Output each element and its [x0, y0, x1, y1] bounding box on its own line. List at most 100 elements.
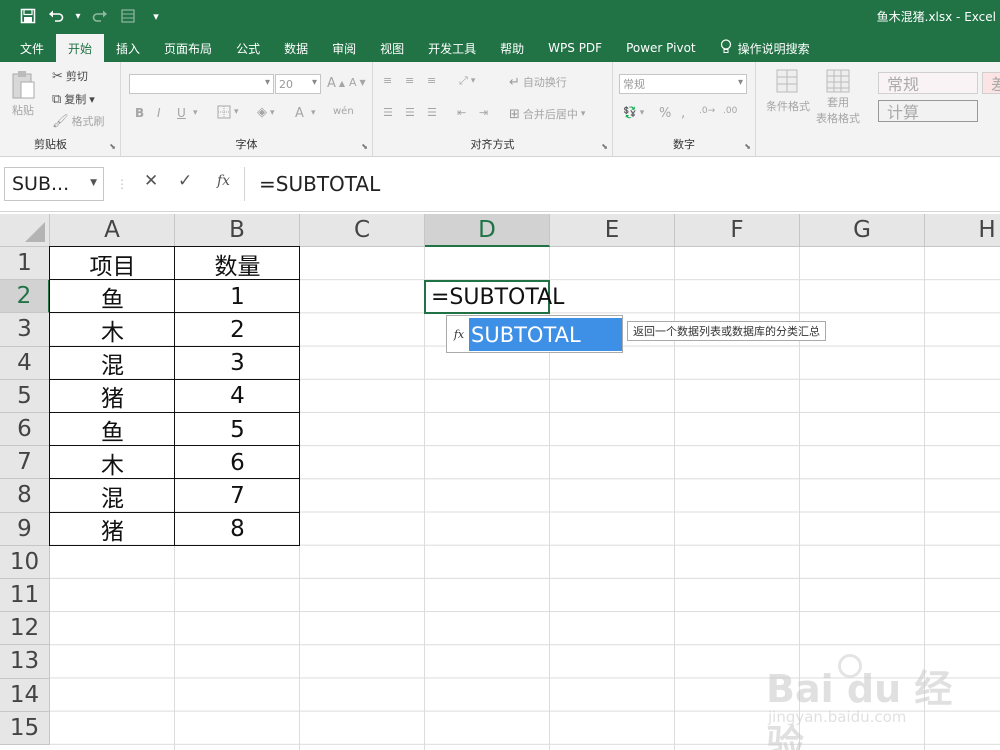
font-name-select[interactable]: ▾ [129, 74, 274, 94]
paste-button[interactable]: 粘贴 [10, 70, 36, 118]
cell-a2[interactable]: 鱼 [50, 280, 175, 313]
column-header-g[interactable]: G [800, 214, 925, 247]
clipboard-launcher-icon[interactable]: ⬊ [109, 142, 116, 151]
cell-a3[interactable]: 木 [50, 313, 175, 346]
row-header-15[interactable]: 15 [0, 711, 50, 745]
align-top-icon[interactable]: ≡ [383, 74, 392, 87]
customize-qat-icon[interactable]: ▾ [146, 6, 166, 26]
row-header-12[interactable]: 12 [0, 612, 50, 646]
decrease-indent-icon[interactable]: ⇤ [457, 106, 466, 119]
cell-a1[interactable]: 项目 [50, 247, 175, 280]
font-launcher-icon[interactable]: ⬊ [361, 142, 368, 151]
decrease-font-icon[interactable]: A ▼ [349, 76, 366, 89]
tab-help[interactable]: 帮助 [488, 34, 536, 62]
row-header-8[interactable]: 8 [0, 479, 50, 513]
enter-icon[interactable]: ✓ [178, 171, 192, 191]
cell-a8[interactable]: 混 [50, 479, 175, 512]
font-color-button[interactable]: A [295, 106, 304, 121]
row-header-6[interactable]: 6 [0, 413, 50, 447]
cell-b9[interactable]: 8 [175, 513, 300, 546]
orientation-icon[interactable]: ⤢ ▾ [459, 74, 475, 88]
cell-a4[interactable]: 混 [50, 347, 175, 380]
tab-formulas[interactable]: 公式 [224, 34, 272, 62]
format-as-table-button[interactable]: 套用 表格格式 [816, 68, 860, 126]
cell-a9[interactable]: 猪 [50, 513, 175, 546]
save-icon[interactable] [18, 6, 38, 26]
select-all-corner[interactable] [0, 214, 50, 247]
font-color-dropdown-icon[interactable]: ▾ [311, 108, 316, 118]
tab-file[interactable]: 文件 [8, 34, 56, 62]
row-header-4[interactable]: 4 [0, 346, 50, 380]
align-middle-icon[interactable]: ≡ [405, 74, 414, 87]
underline-dropdown-icon[interactable]: ▾ [193, 108, 198, 118]
row-header-7[interactable]: 7 [0, 446, 50, 480]
number-format-select[interactable]: 常规 ▾ [619, 74, 747, 94]
autocomplete-item-subtotal[interactable]: fx SUBTOTAL [449, 318, 622, 351]
copy-button[interactable]: ⧉ 复制 ▾ [52, 91, 95, 107]
number-launcher-icon[interactable]: ⬊ [744, 142, 751, 151]
cell-b8[interactable]: 7 [175, 479, 300, 512]
tab-insert[interactable]: 插入 [104, 34, 152, 62]
style-normal[interactable]: 常规 [878, 72, 978, 94]
align-center-icon[interactable]: ☰ [405, 106, 415, 119]
cell-b3[interactable]: 2 [175, 313, 300, 346]
merge-center-button[interactable]: ⊞ 合并后居中 ▾ [509, 106, 585, 122]
cell-a6[interactable]: 鱼 [50, 413, 175, 446]
format-painter-button[interactable]: 🖌 格式刷 [52, 113, 105, 129]
row-header-9[interactable]: 9 [0, 512, 50, 546]
undo-dropdown-icon[interactable]: ▾ [74, 6, 82, 26]
cell-b2[interactable]: 1 [175, 280, 300, 313]
cut-button[interactable]: ✂ 剪切 [52, 68, 88, 84]
cell-a5[interactable]: 猪 [50, 380, 175, 413]
tab-developer[interactable]: 开发工具 [416, 34, 488, 62]
style-calculation[interactable]: 计算 [878, 100, 978, 122]
wrap-text-button[interactable]: ↵ 自动换行 [509, 74, 567, 90]
tab-home[interactable]: 开始 [56, 34, 105, 62]
column-header-f[interactable]: F [675, 214, 800, 247]
decrease-decimal-icon[interactable]: .00 [723, 106, 737, 116]
active-cell-d2[interactable]: =SUBTOTAL [424, 280, 564, 314]
row-header-10[interactable]: 10 [0, 545, 50, 579]
row-header-13[interactable]: 13 [0, 645, 50, 679]
increase-indent-icon[interactable]: ⇥ [479, 106, 488, 119]
row-header-5[interactable]: 5 [0, 379, 50, 413]
name-box[interactable]: SUB... ▼ [4, 167, 104, 201]
tab-view[interactable]: 视图 [368, 34, 416, 62]
column-header-b[interactable]: B [175, 214, 300, 247]
align-bottom-icon[interactable]: ≡ [427, 74, 436, 87]
cancel-icon[interactable]: ✕ [144, 171, 158, 191]
increase-font-icon[interactable]: A ▲ [327, 76, 345, 91]
insert-function-icon[interactable]: fx [217, 173, 230, 189]
separator-icon[interactable]: ⋮ [116, 177, 128, 191]
cell-a7[interactable]: 木 [50, 446, 175, 479]
tab-page-layout[interactable]: 页面布局 [152, 34, 224, 62]
conditional-formatting-button[interactable]: 条件格式 [766, 68, 810, 114]
column-header-e[interactable]: E [550, 214, 675, 247]
borders-icon[interactable]: ▾ [217, 105, 239, 119]
bold-button[interactable]: B [135, 106, 144, 120]
tell-me-search[interactable]: 操作说明搜索 [708, 34, 822, 62]
formula-input[interactable]: =SUBTOTAL [244, 167, 1000, 201]
row-header-3[interactable]: 3 [0, 313, 50, 347]
currency-icon[interactable]: 💱 ▾ [623, 106, 644, 119]
row-header-2[interactable]: 2 [0, 280, 50, 314]
undo-icon[interactable] [46, 6, 66, 26]
tab-review[interactable]: 审阅 [320, 34, 368, 62]
align-left-icon[interactable]: ☰ [383, 106, 393, 119]
redo-icon[interactable] [90, 6, 110, 26]
align-right-icon[interactable]: ☰ [427, 106, 437, 119]
column-header-d[interactable]: D [425, 214, 550, 247]
row-header-1[interactable]: 1 [0, 247, 50, 281]
tab-power-pivot[interactable]: Power Pivot [614, 34, 708, 62]
column-header-h[interactable]: H [925, 214, 1000, 247]
style-bad[interactable]: 差 [982, 72, 1000, 94]
row-header-11[interactable]: 11 [0, 579, 50, 613]
cell-b1[interactable]: 数量 [175, 247, 300, 280]
tab-data[interactable]: 数据 [272, 34, 320, 62]
font-size-select[interactable]: 20 ▾ [275, 74, 321, 94]
underline-button[interactable]: U [177, 106, 186, 120]
fill-color-icon[interactable]: ◈ ▾ [257, 105, 275, 120]
cell-b5[interactable]: 4 [175, 380, 300, 413]
column-header-c[interactable]: C [300, 214, 425, 247]
percent-button[interactable]: % [659, 106, 671, 121]
